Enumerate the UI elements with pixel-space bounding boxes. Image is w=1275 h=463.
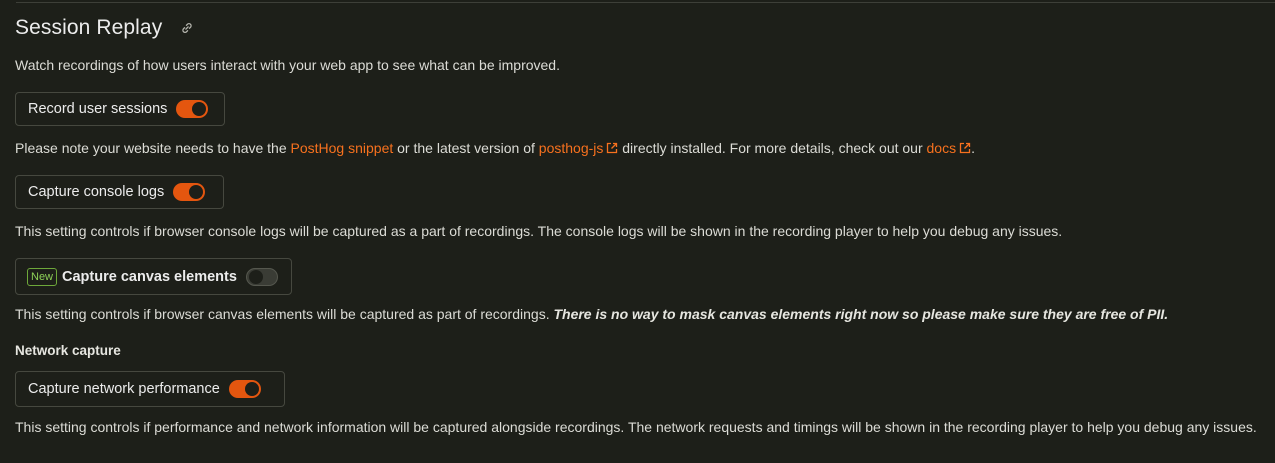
new-badge: New <box>27 267 58 286</box>
console-logs-label: Capture console logs <box>28 184 165 200</box>
console-logs-description: This setting controls if browser console… <box>15 223 1063 239</box>
external-link-icon <box>959 142 971 154</box>
record-sessions-note: Please note your website needs to have t… <box>15 137 975 159</box>
posthog-snippet-link[interactable]: PostHog snippet <box>291 140 394 156</box>
posthog-js-link[interactable]: posthog-js <box>539 140 619 156</box>
console-logs-toggle[interactable]: Capture console logs <box>15 175 224 209</box>
network-capture-heading: Network capture <box>15 343 121 358</box>
canvas-description: This setting controls if browser canvas … <box>15 303 1168 325</box>
network-performance-switch[interactable] <box>228 380 261 398</box>
network-performance-label: Capture network performance <box>28 381 220 397</box>
posthog-js-link-text: posthog-js <box>538 140 604 156</box>
docs-link-text: docs <box>926 140 957 156</box>
top-divider <box>16 0 1275 3</box>
record-sessions-toggle[interactable]: Record user sessions <box>15 92 225 126</box>
note-suffix: . <box>971 140 975 156</box>
link-icon[interactable] <box>180 21 194 35</box>
canvas-description-text: This setting controls if browser canvas … <box>15 306 554 322</box>
note-mid: or the latest version of <box>393 140 539 156</box>
canvas-label: Capture canvas elements <box>62 268 237 285</box>
external-link-icon <box>607 142 618 154</box>
title-row: Session Replay <box>15 14 194 42</box>
canvas-warning: There is no way to mask canvas elements … <box>553 306 1169 322</box>
canvas-switch[interactable] <box>245 267 278 286</box>
record-sessions-label: Record user sessions <box>28 101 168 117</box>
page-title: Session Replay <box>15 16 163 39</box>
docs-link[interactable]: docs <box>927 140 972 156</box>
canvas-toggle[interactable]: New Capture canvas elements <box>15 258 292 295</box>
console-logs-switch[interactable] <box>173 183 206 201</box>
network-performance-toggle[interactable]: Capture network performance <box>15 371 285 407</box>
record-sessions-switch[interactable] <box>176 100 209 118</box>
note-mid2: directly installed. For more details, ch… <box>618 140 927 156</box>
intro-text: Watch recordings of how users interact w… <box>15 57 560 73</box>
note-prefix: Please note your website needs to have t… <box>15 140 291 156</box>
network-description: This setting controls if performance and… <box>15 419 1257 435</box>
